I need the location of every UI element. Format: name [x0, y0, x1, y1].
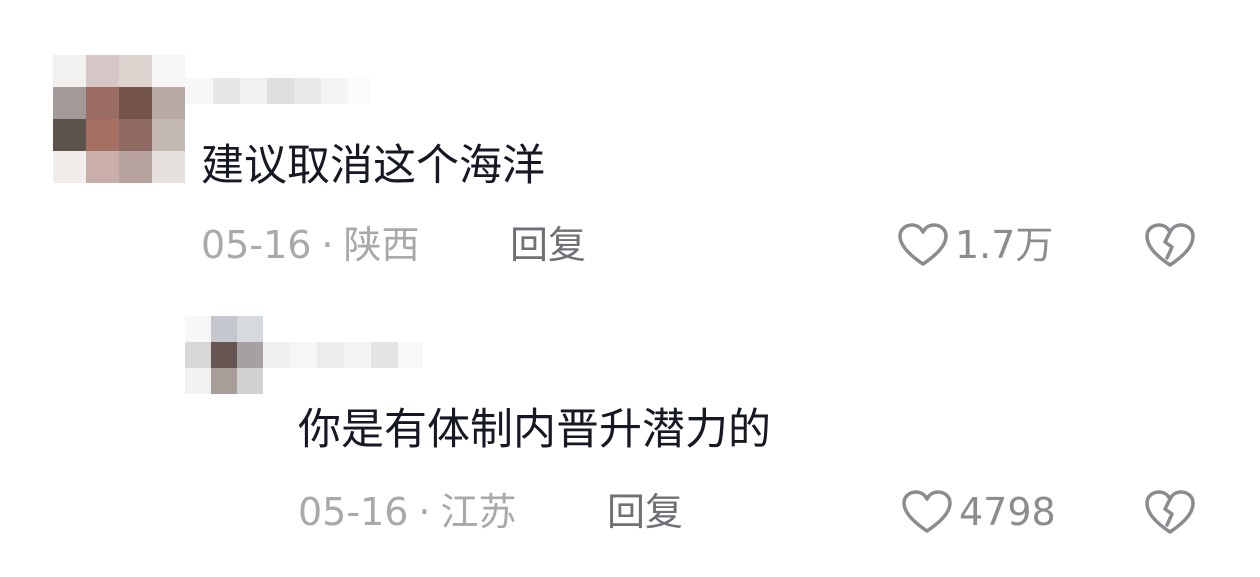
like-count: 4798 — [959, 490, 1056, 534]
like-button[interactable]: 1.7万 — [897, 221, 1053, 269]
comment-list: 建议取消这个海洋 05-16 · 陕西 回复 1.7万 你是有体制内晋升潜力的 05… — [0, 0, 1260, 577]
comment-date: 05-16 — [298, 490, 409, 534]
heart-outline-icon — [898, 223, 948, 266]
heart-outline-icon — [902, 490, 952, 533]
reply-button[interactable]: 回复 — [607, 488, 683, 536]
avatar[interactable] — [53, 55, 185, 183]
comment-meta: 05-16 · 江苏 — [298, 488, 517, 536]
broken-heart-icon[interactable] — [1143, 487, 1197, 537]
like-button[interactable]: 4798 — [901, 488, 1056, 536]
comment-location: 江苏 — [440, 490, 517, 534]
comment-location: 陕西 — [343, 223, 420, 267]
comment-text: 建议取消这个海洋 — [201, 141, 545, 191]
comment-date: 05-16 — [201, 223, 312, 267]
reply-button[interactable]: 回复 — [510, 221, 586, 269]
avatar[interactable] — [185, 316, 263, 394]
username-blurred[interactable] — [185, 78, 370, 104]
meta-separator: · — [321, 223, 334, 267]
broken-heart-icon[interactable] — [1143, 220, 1197, 270]
comment-text: 你是有体制内晋升潜力的 — [298, 405, 771, 455]
meta-separator: · — [418, 490, 431, 534]
comment-meta: 05-16 · 陕西 — [201, 221, 420, 269]
username-blurred[interactable] — [263, 342, 423, 368]
like-count: 1.7万 — [955, 223, 1054, 267]
